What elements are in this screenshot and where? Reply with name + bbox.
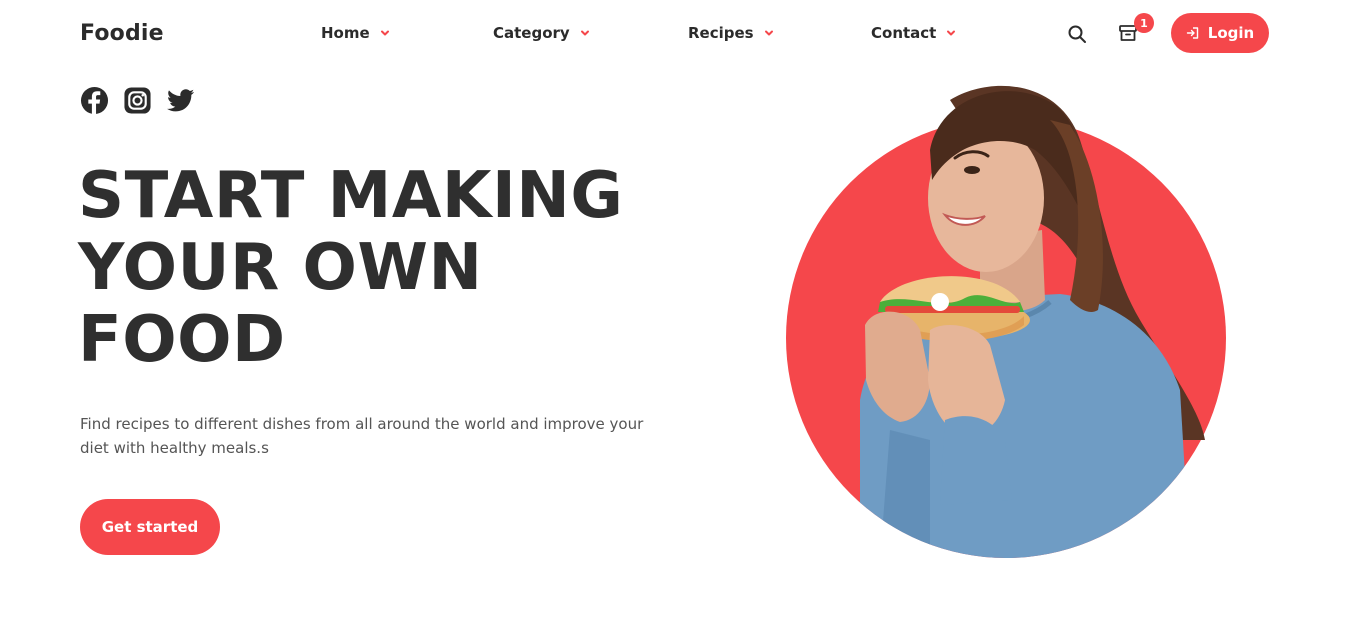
login-button[interactable]: Login — [1171, 13, 1269, 53]
chevron-down-icon — [580, 30, 589, 36]
headline-line: YOUR OWN — [78, 231, 483, 305]
facebook-icon[interactable] — [80, 86, 109, 115]
headline-line: FOOD — [78, 303, 286, 377]
nav-item-home[interactable]: Home — [321, 24, 390, 42]
nav-item-category[interactable]: Category — [493, 24, 590, 42]
hero-headline: START MAKING YOUR OWN FOOD — [78, 160, 718, 376]
chevron-down-icon — [764, 30, 773, 36]
instagram-icon[interactable] — [123, 86, 152, 115]
login-label: Login — [1207, 24, 1255, 42]
nav-item-label: Home — [321, 24, 370, 42]
brand-logo[interactable]: Foodie — [80, 21, 164, 46]
social-links — [80, 86, 195, 115]
nav-item-contact[interactable]: Contact — [871, 24, 956, 42]
twitter-icon[interactable] — [166, 86, 195, 115]
hero-subtitle: Find recipes to different dishes from al… — [80, 415, 644, 457]
search-icon[interactable] — [1066, 23, 1088, 45]
headline-line: START MAKING — [78, 159, 624, 233]
nav-item-recipes[interactable]: Recipes — [688, 24, 774, 42]
get-started-button[interactable]: Get started — [80, 499, 220, 555]
nav-item-label: Category — [493, 24, 570, 42]
hero-image — [786, 85, 1226, 558]
chevron-down-icon — [380, 30, 389, 36]
nav-item-label: Contact — [871, 24, 937, 42]
site-header: Foodie Home Category Recipes Contact 1 L… — [0, 0, 1348, 68]
chevron-down-icon — [947, 30, 956, 36]
cart-count-badge: 1 — [1134, 13, 1154, 33]
sign-in-icon — [1186, 27, 1198, 39]
nav-item-label: Recipes — [688, 24, 754, 42]
